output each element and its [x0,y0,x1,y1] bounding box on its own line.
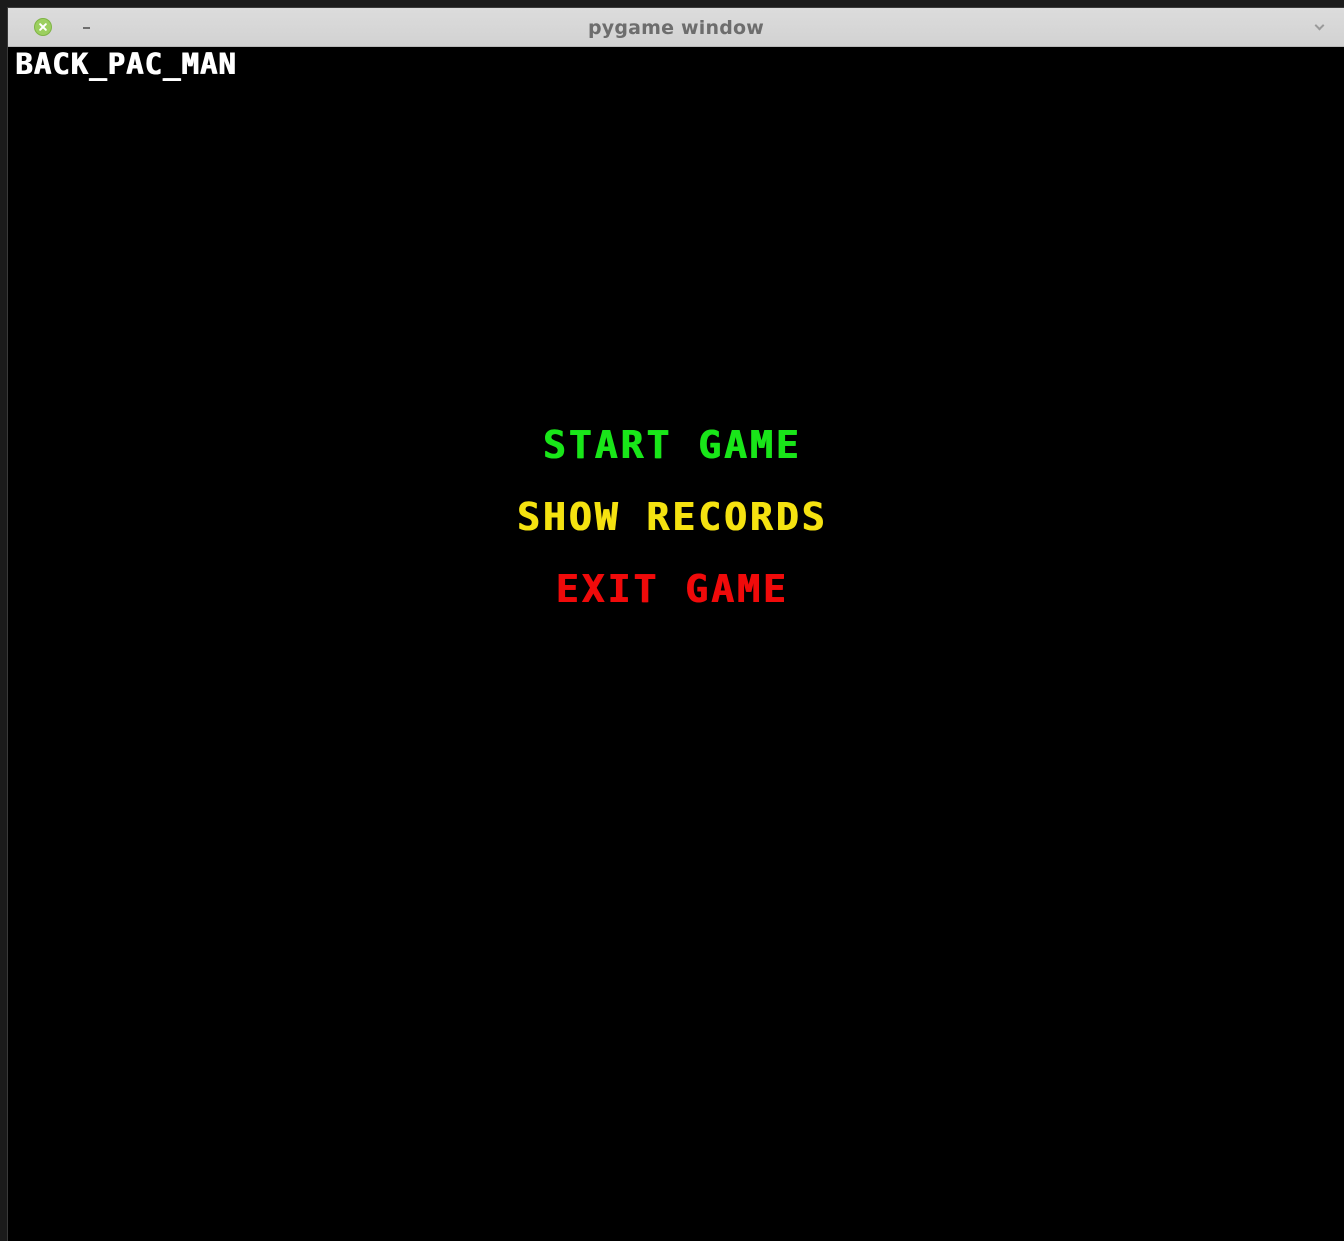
pygame-window: pygame window BACK_PAC_MAN START GAME SH… [8,8,1344,1241]
start-game-option[interactable]: START GAME [0,425,1344,497]
show-records-option[interactable]: SHOW RECORDS [0,497,1344,569]
game-title: BACK_PAC_MAN [15,47,237,81]
window-title: pygame window [587,17,765,39]
chevron-down-icon[interactable] [1312,19,1328,35]
main-menu: START GAME SHOW RECORDS EXIT GAME [0,425,1344,641]
window-titlebar[interactable]: pygame window [8,8,1344,47]
exit-game-option[interactable]: EXIT GAME [0,569,1344,641]
desktop: pygame window BACK_PAC_MAN START GAME SH… [0,0,1344,1241]
game-canvas[interactable]: BACK_PAC_MAN START GAME SHOW RECORDS EXI… [12,47,1344,1241]
